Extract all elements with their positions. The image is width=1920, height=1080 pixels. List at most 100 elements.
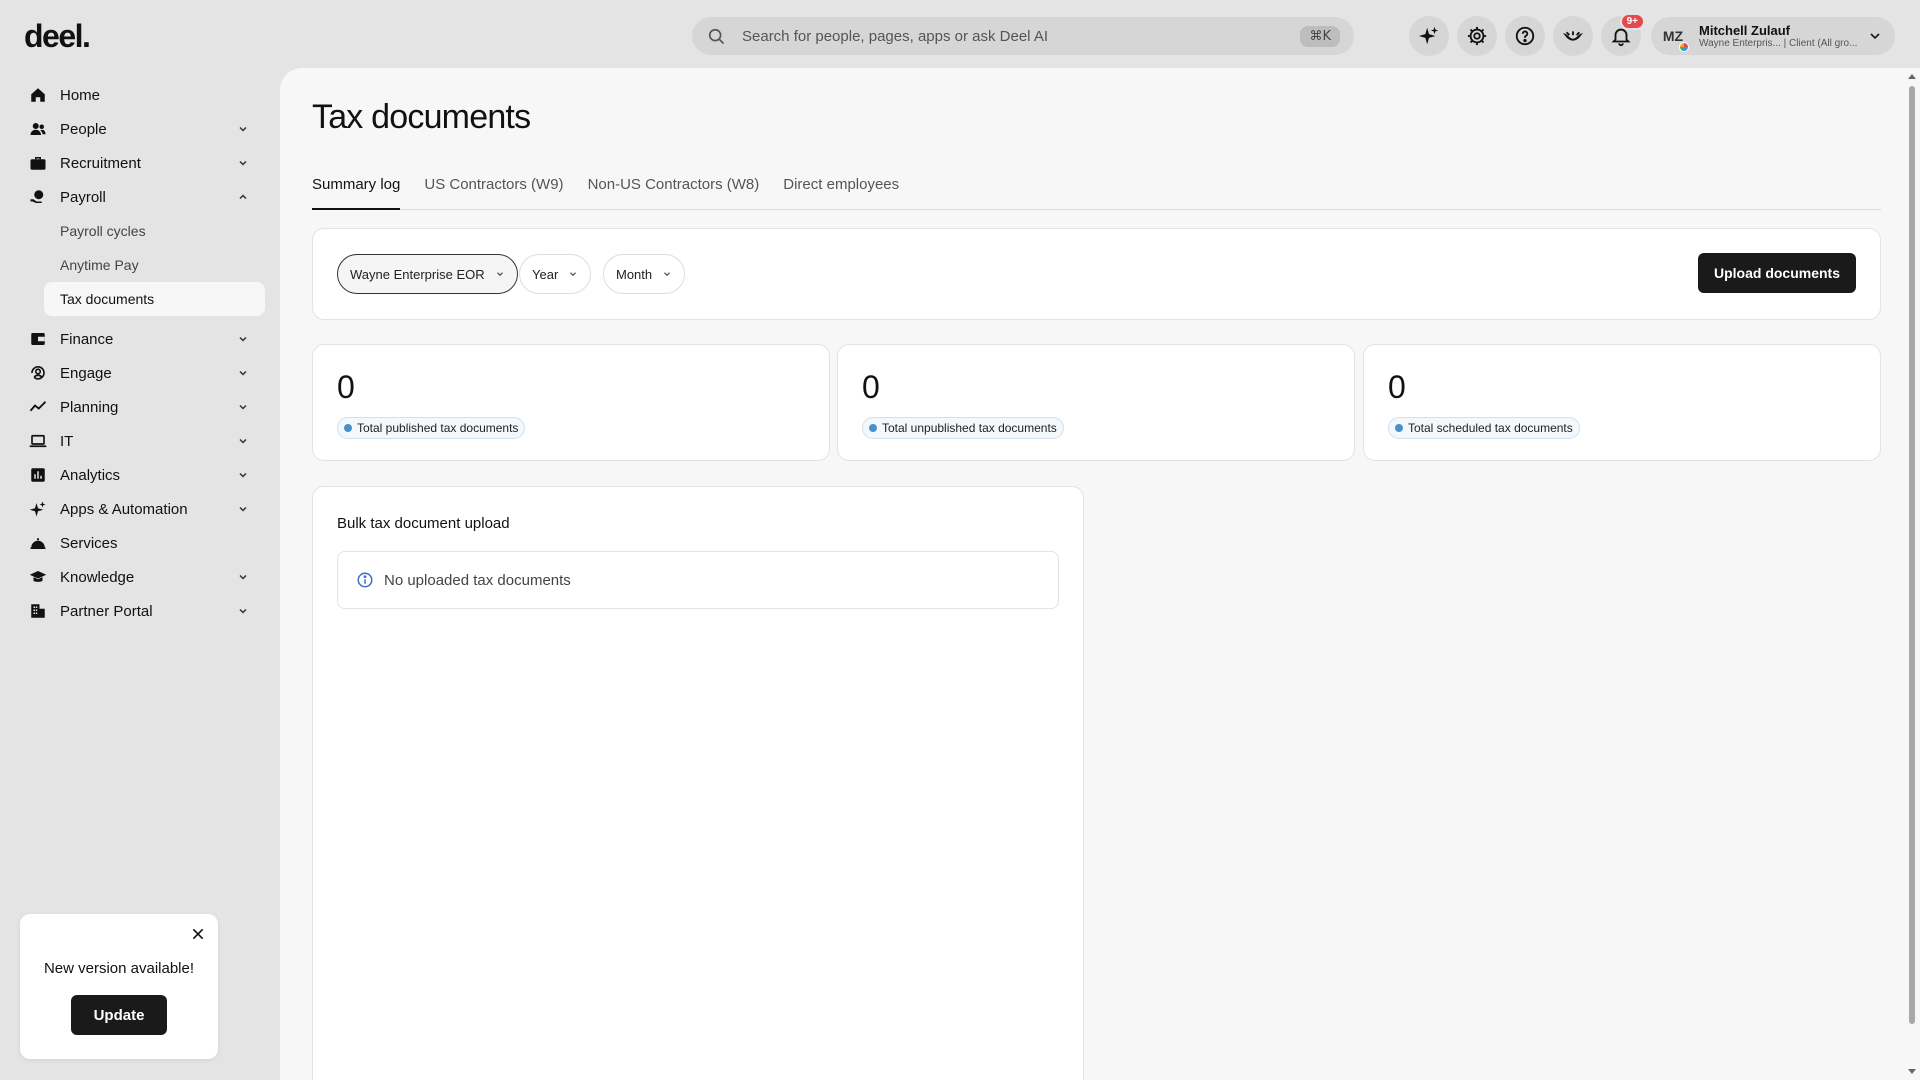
user-name: Mitchell Zulauf bbox=[1699, 23, 1790, 38]
sidebar-item-finance[interactable]: Finance bbox=[20, 322, 265, 356]
tab-non-us-contractors-w8[interactable]: Non-US Contractors (W8) bbox=[588, 172, 760, 210]
sidebar-item-home[interactable]: Home bbox=[20, 78, 265, 112]
sidebar-item-apps-automation[interactable]: Apps & Automation bbox=[20, 492, 265, 526]
chevron-down-icon bbox=[496, 272, 503, 277]
sidebar-item-people[interactable]: People bbox=[20, 112, 265, 146]
filters-card: Wayne Enterprise EOR Year Month Upload d… bbox=[312, 228, 1881, 320]
sidebar-item-knowledge[interactable]: Knowledge bbox=[20, 560, 265, 594]
month-filter-label: Month bbox=[616, 266, 653, 282]
avatar: MZ bbox=[1657, 20, 1689, 52]
chevron-down-icon bbox=[239, 160, 247, 166]
notifications-button[interactable]: 9+ bbox=[1601, 13, 1645, 56]
sidebar-item-engage[interactable]: Engage bbox=[20, 356, 265, 390]
tab-bar: Summary log US Contractors (W9) Non-US C… bbox=[312, 172, 1881, 210]
search-placeholder: Search for people, pages, apps or ask De… bbox=[742, 27, 1049, 45]
privacy-toggle-button[interactable] bbox=[1553, 16, 1593, 56]
stat-card-published: 0 Total published tax documents bbox=[312, 344, 830, 461]
chevron-down-icon bbox=[239, 608, 247, 614]
sidebar-item-planning[interactable]: Planning bbox=[20, 390, 265, 424]
stat-label: Total published tax documents bbox=[357, 421, 519, 435]
sidebar-item-analytics[interactable]: Analytics bbox=[20, 458, 265, 492]
chevron-down-icon bbox=[239, 404, 247, 410]
sidebar-subitem-payroll-cycles[interactable]: Payroll cycles bbox=[44, 214, 265, 248]
user-menu[interactable]: MZ Mitchell Zulauf Wayne Enterpris... | … bbox=[1651, 17, 1895, 55]
scrollbar-thumb[interactable] bbox=[1909, 86, 1915, 1024]
stat-badge: Total scheduled tax documents bbox=[1388, 417, 1580, 439]
stat-card-unpublished: 0 Total unpublished tax documents bbox=[837, 344, 1355, 461]
sidebar-item-recruitment[interactable]: Recruitment bbox=[20, 146, 265, 180]
sidebar-item-services[interactable]: Services bbox=[20, 526, 265, 560]
sidebar-item-label: Home bbox=[60, 86, 101, 104]
chevron-down-icon bbox=[239, 126, 247, 132]
sidebar-subitem-tax-documents[interactable]: Tax documents bbox=[44, 282, 265, 316]
chevron-down-icon bbox=[239, 574, 247, 580]
sidebar-item-partner-portal[interactable]: Partner Portal bbox=[20, 594, 265, 628]
stat-label: Total scheduled tax documents bbox=[1408, 421, 1573, 435]
scroll-up-icon[interactable] bbox=[1908, 74, 1916, 79]
scroll-down-icon[interactable] bbox=[1908, 1069, 1916, 1074]
page-title: Tax documents bbox=[312, 98, 531, 136]
status-dot-icon bbox=[344, 424, 352, 432]
sidebar-item-label: Engage bbox=[60, 364, 112, 382]
services-icon bbox=[28, 533, 48, 553]
ai-sparkle-icon bbox=[1418, 26, 1439, 45]
chevron-down-icon bbox=[664, 272, 671, 277]
sidebar-item-label: Analytics bbox=[60, 466, 121, 484]
payroll-icon bbox=[28, 187, 48, 207]
sidebar-item-label: Planning bbox=[60, 398, 119, 416]
user-subtitle: Wayne Enterpris... | Client (All gro... bbox=[1699, 38, 1858, 49]
chevron-down-icon bbox=[570, 272, 577, 277]
laptop-icon bbox=[28, 431, 48, 451]
building-icon bbox=[28, 601, 48, 621]
close-icon[interactable] bbox=[190, 926, 206, 942]
analytics-icon bbox=[28, 465, 48, 485]
sidebar-item-label: Partner Portal bbox=[60, 602, 153, 620]
empty-state: No uploaded tax documents bbox=[337, 551, 1059, 609]
search-bar[interactable]: Search for people, pages, apps or ask De… bbox=[692, 17, 1354, 55]
stat-value: 0 bbox=[862, 369, 880, 405]
sidebar-item-label: Finance bbox=[60, 330, 114, 348]
sidebar-item-payroll[interactable]: Payroll bbox=[20, 180, 265, 214]
tab-summary-log[interactable]: Summary log bbox=[312, 172, 401, 210]
tab-us-contractors-w9[interactable]: US Contractors (W9) bbox=[424, 172, 563, 210]
sidebar-nav: Home People Recruitment Payroll Payroll … bbox=[20, 78, 265, 628]
search-icon bbox=[708, 28, 725, 45]
settings-button[interactable] bbox=[1457, 16, 1497, 56]
sidebar-item-label: People bbox=[60, 120, 107, 138]
upload-documents-button[interactable]: Upload documents bbox=[1698, 253, 1856, 293]
bulk-upload-card: Bulk tax document upload No uploaded tax… bbox=[312, 486, 1084, 1080]
tab-direct-employees[interactable]: Direct employees bbox=[783, 172, 899, 210]
stat-card-scheduled: 0 Total scheduled tax documents bbox=[1363, 344, 1881, 461]
entity-filter-label: Wayne Enterprise EOR bbox=[350, 266, 485, 282]
chevron-down-icon bbox=[239, 472, 247, 478]
sidebar-item-label: Apps & Automation bbox=[60, 500, 188, 518]
eye-icon bbox=[1562, 31, 1584, 41]
sparkle-icon bbox=[28, 499, 48, 519]
chevron-up-icon bbox=[239, 194, 247, 200]
ai-sparkle-button[interactable] bbox=[1409, 16, 1449, 56]
bulk-upload-title: Bulk tax document upload bbox=[337, 515, 510, 532]
empty-state-message: No uploaded tax documents bbox=[384, 571, 571, 589]
sidebar-subitem-anytime-pay[interactable]: Anytime Pay bbox=[44, 248, 265, 282]
year-filter-dropdown[interactable]: Year bbox=[519, 254, 592, 294]
stat-badge: Total published tax documents bbox=[337, 417, 526, 439]
month-filter-dropdown[interactable]: Month bbox=[603, 254, 686, 294]
chevron-down-icon bbox=[239, 506, 247, 512]
trend-icon bbox=[28, 397, 48, 417]
engage-icon bbox=[28, 363, 48, 383]
briefcase-icon bbox=[28, 153, 48, 173]
help-button[interactable] bbox=[1505, 16, 1545, 56]
scrollbar[interactable] bbox=[1904, 68, 1920, 1080]
update-button[interactable]: Update bbox=[71, 995, 167, 1035]
year-filter-label: Year bbox=[532, 266, 559, 282]
avatar-initials: MZ bbox=[1662, 28, 1684, 44]
info-icon bbox=[357, 572, 373, 588]
home-icon bbox=[28, 85, 48, 105]
graduation-icon bbox=[28, 567, 48, 587]
chevron-down-icon bbox=[1870, 33, 1880, 40]
help-icon bbox=[1515, 26, 1535, 46]
sidebar-item-label: Services bbox=[60, 534, 118, 552]
sidebar-item-it[interactable]: IT bbox=[20, 424, 265, 458]
entity-filter-dropdown[interactable]: Wayne Enterprise EOR bbox=[337, 254, 518, 294]
deel-logo[interactable]: deel. bbox=[24, 18, 91, 55]
